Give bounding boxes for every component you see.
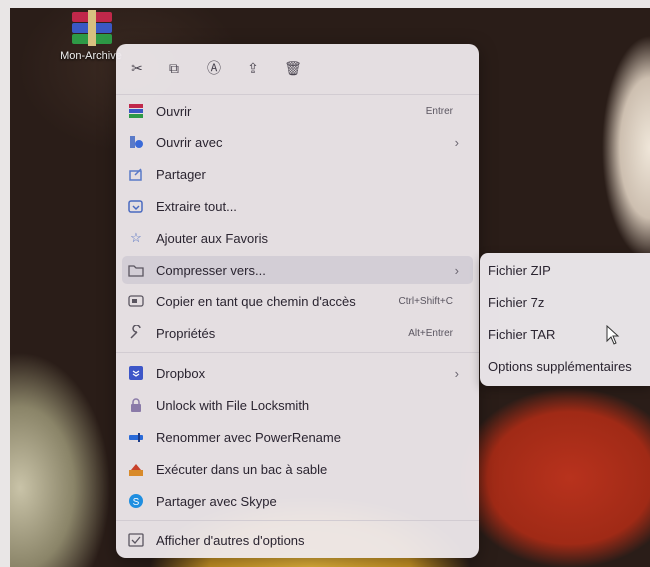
- menu-item-label: Propriétés: [156, 325, 216, 341]
- menu-item-label: Ouvrir avec: [156, 134, 223, 150]
- menu-item-label: Copier en tant que chemin d'accès: [156, 293, 356, 309]
- menu-item-label: Unlock with File Locksmith: [156, 397, 310, 413]
- chevron-right-icon: ›: [454, 365, 459, 381]
- copy-icon: ⧉: [169, 59, 179, 76]
- cut-button[interactable]: ✂: [126, 56, 148, 80]
- menu-item-copier-chemin[interactable]: Copier en tant que chemin d'accès Ctrl+S…: [116, 287, 479, 315]
- menu-item-ouvrir[interactable]: Ouvrir Entrer: [116, 97, 479, 125]
- menu-item-partager[interactable]: Partager: [116, 160, 479, 188]
- svg-text:S: S: [133, 497, 140, 508]
- share-button[interactable]: ⇪: [242, 56, 264, 80]
- wrench-icon: [128, 325, 144, 341]
- menu-item-label: Renommer avec PowerRename: [156, 429, 341, 445]
- separator: [116, 520, 479, 521]
- menu-item-extraire-tout[interactable]: Extraire tout...: [116, 192, 479, 220]
- cut-icon: ✂: [131, 59, 143, 76]
- extract-icon: [128, 198, 144, 214]
- menu-item-autres-options[interactable]: Afficher d'autres d'options: [116, 526, 479, 554]
- menu-item-label: Extraire tout...: [156, 198, 237, 214]
- separator: [116, 94, 479, 95]
- menu-item-powerrename[interactable]: Renommer avec PowerRename: [116, 423, 479, 451]
- compress-submenu: Fichier ZIP Fichier 7z Fichier TAR Optio…: [480, 253, 650, 386]
- sandbox-icon: [128, 461, 144, 477]
- menu-item-compresser-vers[interactable]: Compresser vers... ›: [122, 256, 473, 284]
- delete-button[interactable]: 🗑: [282, 56, 304, 80]
- menu-item-label: Exécuter dans un bac à sable: [156, 461, 328, 477]
- chevron-right-icon: ›: [454, 262, 459, 278]
- share-icon: [128, 166, 144, 182]
- menu-item-sandbox[interactable]: Exécuter dans un bac à sable: [116, 455, 479, 483]
- menu-item-label: Ouvrir: [156, 103, 192, 119]
- menu-item-ouvrir-avec[interactable]: Ouvrir avec ›: [116, 128, 479, 156]
- more-options-icon: [128, 532, 144, 548]
- share-icon: ⇪: [247, 59, 259, 76]
- submenu-item-7z[interactable]: Fichier 7z: [488, 295, 544, 310]
- lock-icon: [128, 397, 144, 413]
- menu-item-label: Compresser vers...: [156, 262, 266, 278]
- star-icon: ☆: [130, 230, 142, 245]
- separator: [116, 352, 479, 353]
- menu-item-proprietes[interactable]: Propriétés Alt+Entrer: [116, 319, 479, 347]
- mouse-cursor-icon: [606, 325, 620, 345]
- menu-item-label: Dropbox: [156, 365, 206, 381]
- winrar-archive-icon: [68, 10, 114, 46]
- delete-icon: 🗑: [284, 59, 302, 76]
- menu-item-label: Partager avec Skype: [156, 493, 277, 509]
- submenu-item-zip[interactable]: Fichier ZIP: [488, 263, 551, 278]
- menu-item-skype[interactable]: S Partager avec Skype: [116, 487, 479, 515]
- menu-item-dropbox[interactable]: Dropbox ›: [116, 359, 479, 387]
- rename-icon: Ⓐ: [207, 60, 221, 76]
- menu-item-label: Partager: [156, 166, 206, 182]
- rename-icon: [128, 429, 144, 445]
- folder-icon: [128, 262, 144, 278]
- context-menu-toolbar: ✂ ⧉ Ⓐ ⇪ 🗑: [116, 56, 479, 82]
- submenu-item-tar[interactable]: Fichier TAR: [488, 327, 555, 342]
- menu-item-file-locksmith[interactable]: Unlock with File Locksmith: [116, 391, 479, 419]
- menu-item-ajouter-favoris[interactable]: ☆ Ajouter aux Favoris: [116, 224, 479, 252]
- dropbox-icon: [128, 365, 144, 381]
- copy-button[interactable]: ⧉: [163, 56, 185, 80]
- menu-item-label: Ajouter aux Favoris: [156, 230, 268, 246]
- menu-item-label: Afficher d'autres d'options: [156, 532, 305, 548]
- archive-icon: [128, 103, 144, 119]
- submenu-item-options[interactable]: Options supplémentaires: [488, 359, 632, 374]
- rename-button[interactable]: Ⓐ: [203, 56, 225, 80]
- open-with-icon: [128, 134, 144, 150]
- copy-path-icon: [128, 293, 144, 309]
- menu-item-shortcut: Alt+Entrer: [408, 327, 453, 339]
- chevron-right-icon: ›: [454, 134, 459, 150]
- menu-item-shortcut: Ctrl+Shift+C: [398, 295, 453, 307]
- menu-item-shortcut: Entrer: [425, 105, 453, 117]
- context-menu: ✂ ⧉ Ⓐ ⇪ 🗑 Ouvrir Entrer Ouvrir avec › Pa…: [116, 44, 479, 558]
- skype-icon: S: [128, 493, 144, 509]
